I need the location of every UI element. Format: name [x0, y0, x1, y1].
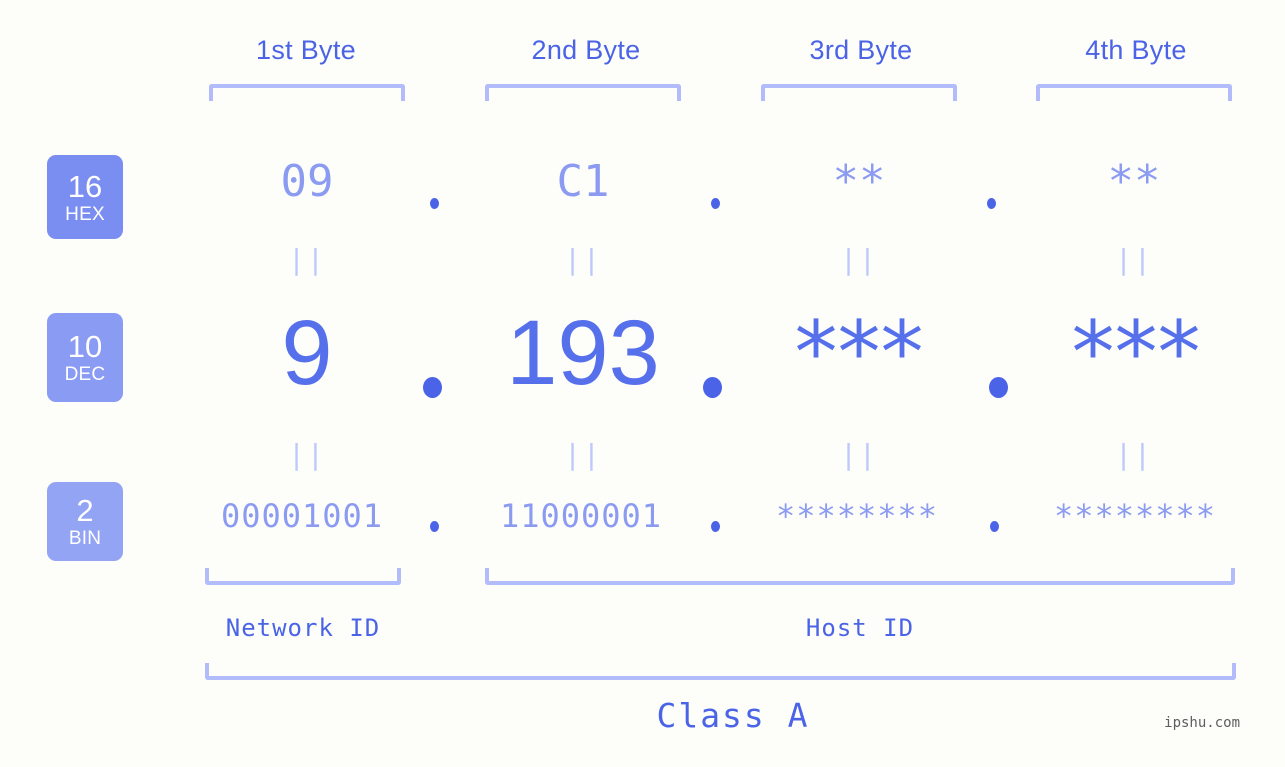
hex-separator-dot-1	[430, 198, 439, 209]
bin-byte-value-3: ********	[775, 497, 939, 535]
dec-byte-value-1: 9	[281, 302, 333, 404]
dec-byte-value-4: ***	[1071, 303, 1201, 403]
byte-bracket-top-1	[209, 84, 405, 101]
equality-mark-hex-dec-3: ||	[840, 243, 878, 276]
radix-badge-bin: 2 BIN	[47, 482, 123, 561]
radix-badge-hex-name: HEX	[65, 203, 105, 225]
hex-separator-dot-2	[711, 198, 720, 209]
equality-mark-dec-bin-2: ||	[564, 438, 602, 471]
network-id-bracket	[205, 568, 401, 585]
byte-header-label-2: 2nd Byte	[531, 35, 641, 65]
ip-address-breakdown-diagram: 1st Byte 2nd Byte 3rd Byte 4th Byte 16 H…	[0, 0, 1285, 767]
dec-byte-value-3: ***	[794, 303, 924, 403]
bin-byte-value-2: 11000001	[499, 497, 663, 535]
radix-badge-dec-number: 10	[67, 329, 103, 364]
equality-mark-hex-dec-4: ||	[1115, 243, 1153, 276]
equality-mark-hex-dec-2: ||	[564, 243, 602, 276]
radix-badge-hex: 16 HEX	[47, 155, 123, 239]
dec-separator-dot-2	[703, 377, 722, 398]
host-id-bracket	[485, 568, 1235, 585]
radix-badge-bin-name: BIN	[68, 528, 102, 549]
dec-separator-dot-3	[989, 377, 1008, 398]
dec-separator-dot-1	[423, 377, 442, 398]
bin-separator-dot-2	[711, 521, 720, 532]
equality-mark-dec-bin-4: ||	[1115, 438, 1153, 471]
network-id-label: Network ID	[225, 614, 381, 642]
byte-bracket-top-4	[1036, 84, 1232, 101]
bin-byte-value-4: ********	[1053, 497, 1217, 535]
equality-mark-dec-bin-1: ||	[288, 438, 326, 471]
dec-byte-value-2: 193	[506, 302, 660, 404]
hex-byte-value-2: C1	[556, 156, 610, 207]
hex-byte-value-4: **	[1107, 156, 1161, 207]
radix-badge-hex-number: 16	[67, 168, 103, 204]
equality-mark-hex-dec-1: ||	[288, 243, 326, 276]
byte-header-label-1: 1st Byte	[256, 35, 356, 65]
hex-byte-value-1: 09	[280, 156, 334, 207]
byte-bracket-top-3	[761, 84, 957, 101]
host-id-label: Host ID	[805, 614, 915, 642]
hex-byte-value-3: **	[832, 156, 886, 207]
equality-mark-dec-bin-3: ||	[840, 438, 878, 471]
bin-separator-dot-3	[990, 521, 999, 532]
radix-badge-bin-number: 2	[76, 493, 94, 528]
class-bracket	[205, 663, 1236, 680]
class-label: Class A	[656, 696, 810, 735]
watermark: ipshu.com	[1164, 715, 1240, 731]
bin-byte-value-1: 00001001	[220, 497, 384, 535]
byte-header-label-3: 3rd Byte	[809, 35, 913, 65]
bin-separator-dot-1	[430, 521, 439, 532]
byte-header-label-4: 4th Byte	[1085, 35, 1187, 65]
hex-separator-dot-3	[987, 198, 996, 209]
byte-bracket-top-2	[485, 84, 681, 101]
radix-badge-dec: 10 DEC	[47, 313, 123, 402]
radix-badge-dec-name: DEC	[64, 364, 106, 385]
